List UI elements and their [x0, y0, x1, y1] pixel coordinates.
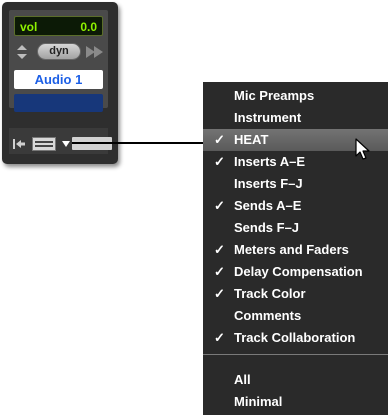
- arrow-to-left-icon[interactable]: [13, 139, 25, 149]
- check-icon: ✓: [214, 242, 225, 257]
- track-name-field[interactable]: Audio 1: [14, 70, 103, 89]
- menu-item-inserts-f-j[interactable]: Inserts F–J: [203, 173, 388, 195]
- menu-item-all[interactable]: All: [203, 369, 388, 391]
- menu-item-instrument[interactable]: Instrument: [203, 107, 388, 129]
- menu-item-sends-f-j[interactable]: Sends F–J: [203, 217, 388, 239]
- check-icon: ✓: [214, 154, 225, 169]
- menu-item-mic-preamps[interactable]: Mic Preamps: [203, 85, 388, 107]
- up-down-arrows-icon[interactable]: [16, 45, 28, 59]
- check-icon: ✓: [214, 264, 225, 279]
- menu-item-label: Mic Preamps: [234, 88, 315, 103]
- menu-item-comments[interactable]: Comments: [203, 305, 388, 327]
- strip-view-icon[interactable]: [32, 137, 56, 151]
- automation-mode-button[interactable]: dyn: [37, 43, 81, 60]
- menu-item-label: Track Color: [234, 286, 306, 301]
- view-options-menu: Mic Preamps Instrument ✓ HEAT ✓ Inserts …: [203, 82, 388, 415]
- check-icon: ✓: [214, 286, 225, 301]
- menu-item-label: HEAT: [234, 132, 269, 147]
- check-icon: ✓: [214, 132, 225, 147]
- menu-item-label: Sends F–J: [234, 220, 300, 235]
- menu-item-label: Delay Compensation: [234, 264, 363, 279]
- menu-item-sends-a-e[interactable]: ✓ Sends A–E: [203, 195, 388, 217]
- volume-display[interactable]: vol 0.0: [14, 16, 103, 36]
- check-icon: ✓: [214, 198, 225, 213]
- menu-item-label: Track Collaboration: [234, 330, 356, 345]
- menu-item-delay-compensation[interactable]: ✓ Delay Compensation: [203, 261, 388, 283]
- menu-item-minimal[interactable]: Minimal: [203, 391, 388, 413]
- menu-item-label: Sends A–E: [234, 198, 302, 213]
- check-icon: ✓: [214, 330, 225, 345]
- menu-item-label: Inserts F–J: [234, 176, 303, 191]
- volume-value: 0.0: [80, 20, 97, 34]
- menu-item-label: Meters and Faders: [234, 242, 349, 257]
- mouse-pointer-icon: [355, 138, 370, 160]
- menu-item-track-collaboration[interactable]: ✓ Track Collaboration: [203, 327, 388, 349]
- menu-item-label: Instrument: [234, 110, 302, 125]
- menu-item-label: Inserts A–E: [234, 154, 306, 169]
- menu-item-track-color[interactable]: ✓ Track Color: [203, 283, 388, 305]
- menu-item-label: All: [234, 372, 251, 387]
- menu-item-label: Minimal: [234, 394, 283, 409]
- fast-forward-icon[interactable]: [86, 45, 104, 59]
- volume-label: vol: [20, 20, 38, 34]
- track-color-bar[interactable]: [14, 94, 103, 112]
- menu-item-label: Comments: [234, 308, 302, 323]
- chevron-down-icon[interactable]: [62, 141, 70, 147]
- menu-separator: [203, 354, 388, 355]
- menu-item-meters-and-faders[interactable]: ✓ Meters and Faders: [203, 239, 388, 261]
